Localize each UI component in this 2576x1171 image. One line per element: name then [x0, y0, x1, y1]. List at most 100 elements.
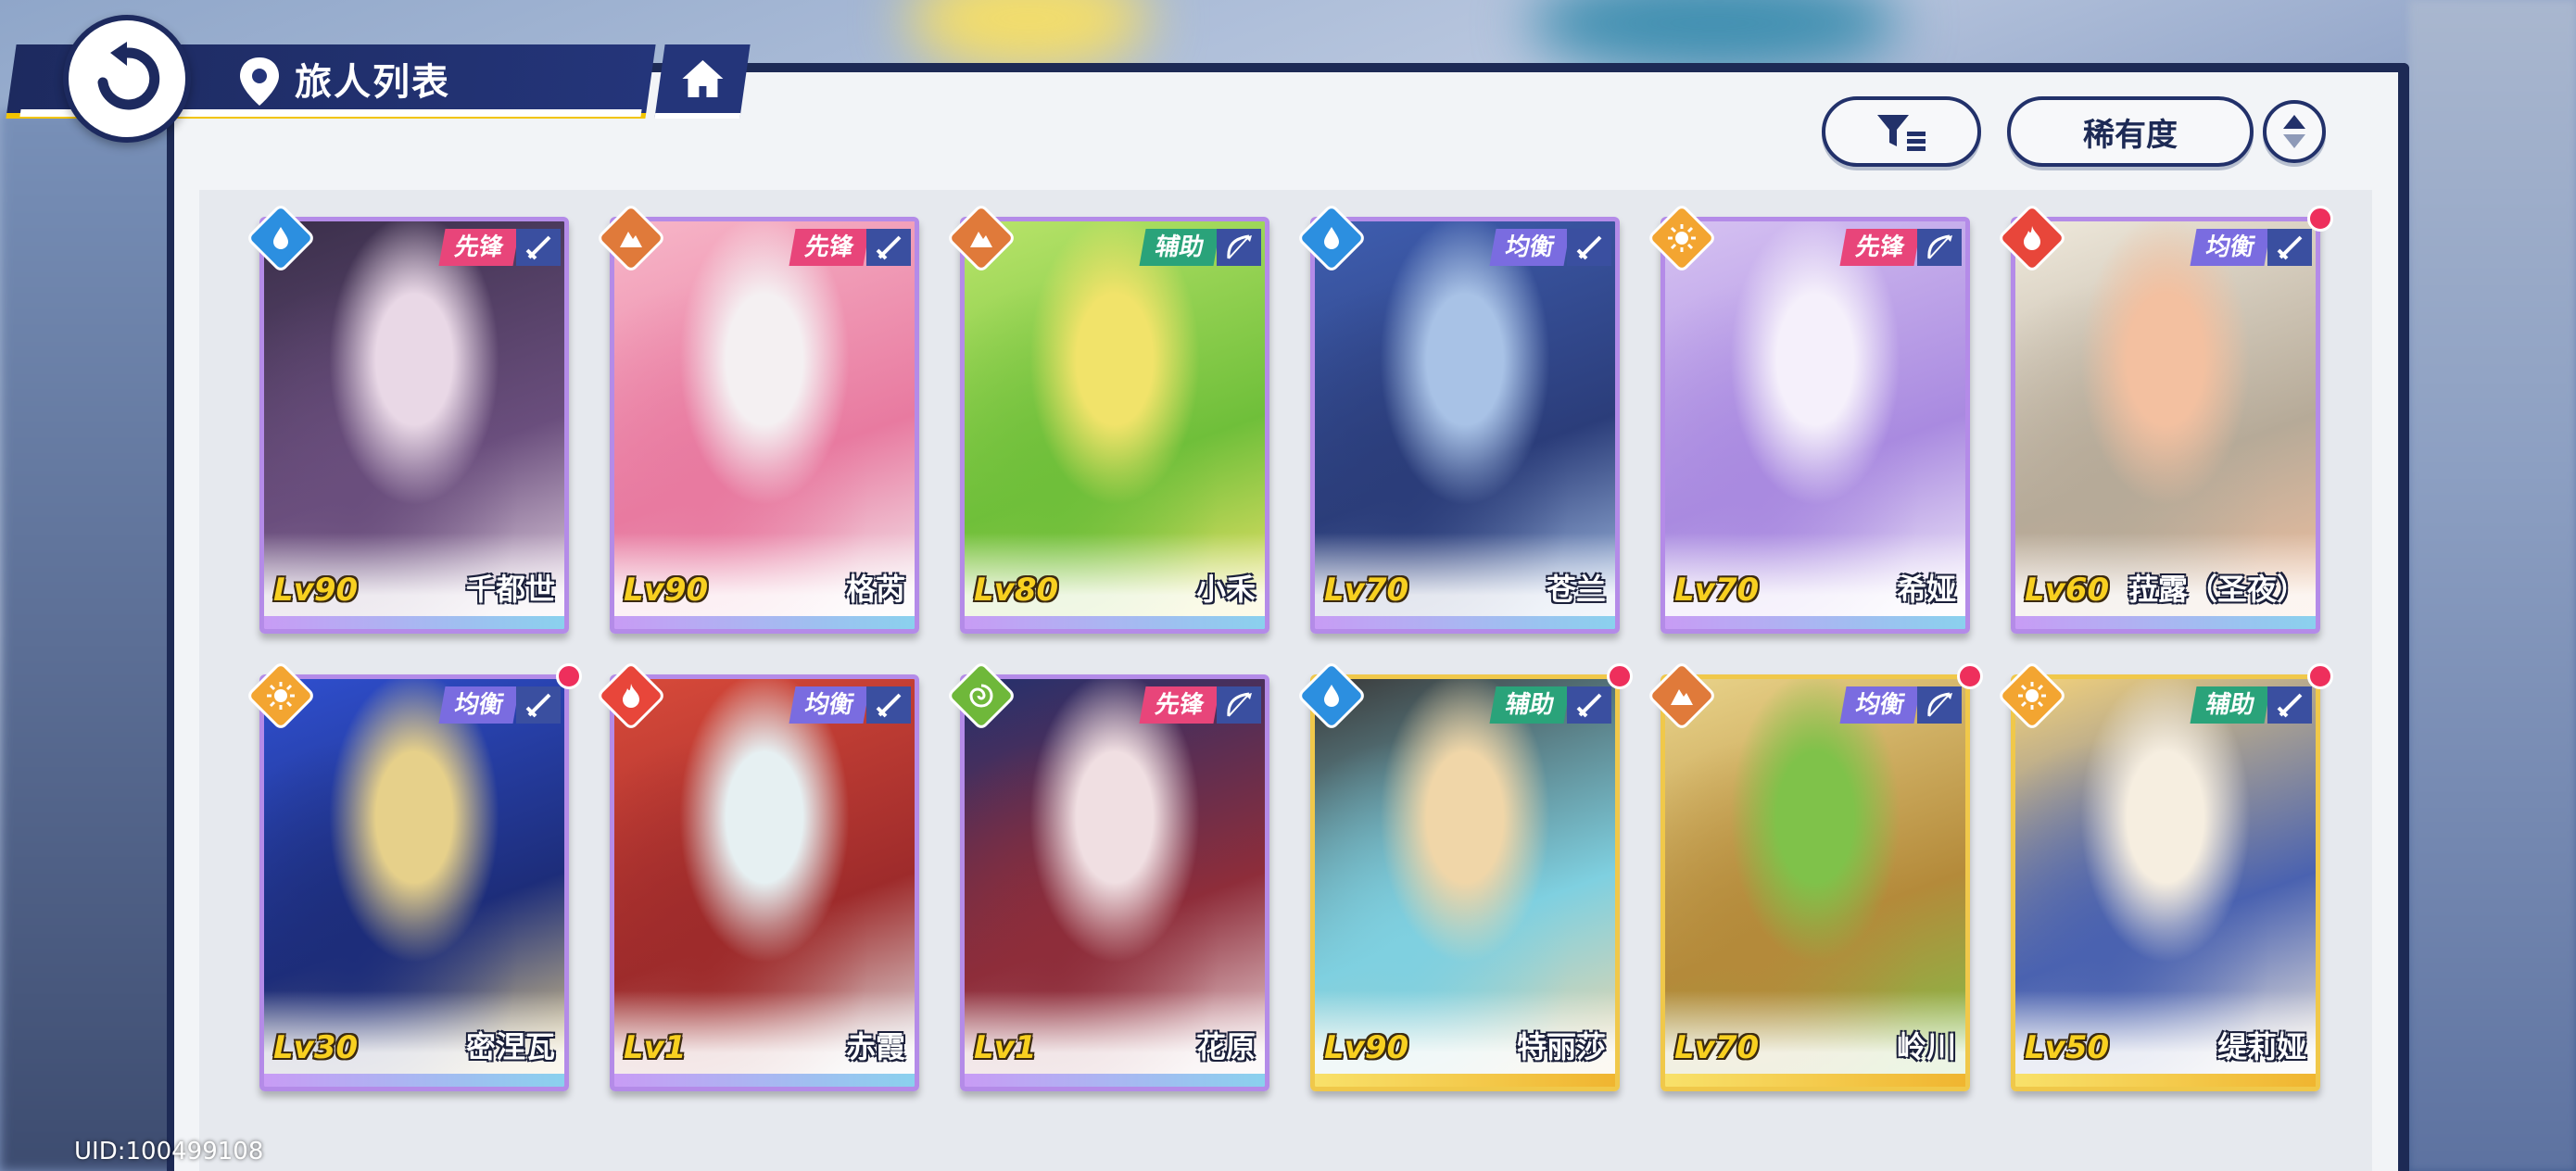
role-tag: 先锋: [1139, 686, 1220, 724]
character-card[interactable]: 辅助 Lv90 特丽莎: [1310, 674, 1620, 1091]
weapon-type-tag: [516, 229, 561, 266]
sort-order-icon: [2283, 115, 2305, 148]
sun-icon: [1668, 224, 1696, 252]
sun-icon: [267, 682, 295, 710]
new-indicator-dot: [2307, 206, 2333, 232]
character-level: Lv80: [974, 572, 1059, 609]
character-card[interactable]: 先锋 Lv70 希娅: [1661, 217, 1970, 634]
rarity-strip: [965, 616, 1265, 629]
character-card[interactable]: 均衡 Lv1 赤霞: [610, 674, 919, 1091]
earth-icon: [970, 232, 992, 247]
sword-icon: [1576, 693, 1602, 718]
character-level: Lv90: [273, 572, 359, 609]
background-right: [2409, 0, 2576, 1171]
role-tag: 辅助: [1489, 686, 1571, 724]
character-name: 菈露（圣夜）: [2128, 572, 2306, 607]
character-card[interactable]: 均衡 Lv70 岭川: [1661, 674, 1970, 1091]
character-card[interactable]: 均衡 Lv60 菈露（圣夜）: [2011, 217, 2320, 634]
character-level: Lv50: [2025, 1029, 2110, 1066]
sword-icon: [1576, 235, 1602, 260]
role-tag: 先锋: [1839, 229, 1921, 266]
bow-icon: [1227, 692, 1252, 717]
character-name: 赤霞: [845, 1029, 905, 1064]
new-indicator-dot: [2307, 663, 2333, 689]
role-tag: 均衡: [438, 686, 520, 724]
character-card[interactable]: 先锋 Lv90 千都世: [259, 217, 569, 634]
role-tag: 均衡: [1839, 686, 1921, 724]
wind-icon: [969, 684, 993, 708]
rarity-strip: [264, 1074, 564, 1087]
new-indicator-dot: [556, 663, 582, 689]
home-button[interactable]: [654, 44, 751, 119]
weapon-type-tag: [1567, 229, 1611, 266]
filter-button[interactable]: [1822, 96, 1981, 167]
rarity-strip: [965, 1074, 1265, 1087]
water-icon: [1324, 227, 1339, 249]
water-icon: [1324, 685, 1339, 707]
weapon-type-tag: [2267, 686, 2312, 724]
weapon-type-tag: [1567, 686, 1611, 724]
character-name: 格芮: [845, 572, 905, 607]
role-tag: 先锋: [438, 229, 520, 266]
weapon-type-tag: [866, 229, 911, 266]
rarity-strip: [1665, 616, 1965, 629]
back-button[interactable]: [63, 15, 191, 143]
bow-icon: [1927, 234, 1952, 259]
character-card[interactable]: 均衡 Lv70 苍兰: [1310, 217, 1620, 634]
role-tag: 辅助: [2190, 686, 2271, 724]
rarity-strip: [264, 616, 564, 629]
fire-icon: [623, 684, 639, 708]
character-name: 岭川: [1896, 1029, 1956, 1064]
sort-rarity-button[interactable]: 稀有度: [2007, 96, 2254, 167]
rarity-strip: [1315, 1074, 1615, 1087]
earth-icon: [620, 232, 642, 247]
page-title: 旅人列表: [295, 61, 450, 104]
sword-icon: [2277, 235, 2303, 260]
character-level: Lv1: [624, 1029, 687, 1066]
character-name: 缇莉娅: [2216, 1029, 2306, 1064]
character-name: 千都世: [465, 572, 555, 607]
new-indicator-dot: [1957, 663, 1983, 689]
character-name: 希娅: [1896, 572, 1956, 607]
rarity-strip: [2015, 1074, 2316, 1087]
character-name: 密涅瓦: [465, 1029, 555, 1064]
weapon-type-tag: [2267, 229, 2312, 266]
character-level: Lv70: [1674, 572, 1760, 609]
sword-icon: [525, 693, 551, 718]
role-tag: 均衡: [789, 686, 870, 724]
sun-icon: [2018, 682, 2046, 710]
character-card[interactable]: 辅助 Lv50 缇莉娅: [2011, 674, 2320, 1091]
sword-icon: [525, 235, 551, 260]
bow-icon: [1927, 692, 1952, 717]
weapon-type-tag: [866, 686, 911, 724]
character-name: 小禾: [1195, 572, 1256, 607]
rarity-strip: [2015, 616, 2316, 629]
character-level: Lv70: [1324, 572, 1409, 609]
role-tag: 均衡: [1489, 229, 1571, 266]
rarity-strip: [614, 1074, 915, 1087]
character-card[interactable]: 均衡 Lv30 密涅瓦: [259, 674, 569, 1091]
sword-icon: [876, 235, 902, 260]
weapon-type-tag: [1917, 686, 1962, 724]
back-arrow-icon: [97, 42, 160, 110]
rarity-strip: [1665, 1074, 1965, 1087]
character-card[interactable]: 辅助 Lv80 小禾: [960, 217, 1269, 634]
weapon-type-tag: [1917, 229, 1962, 266]
role-tag: 先锋: [789, 229, 870, 266]
weapon-type-tag: [516, 686, 561, 724]
character-name: 苍兰: [1546, 572, 1606, 607]
new-indicator-dot: [1607, 663, 1633, 689]
character-level: Lv90: [624, 572, 709, 609]
sort-order-toggle[interactable]: [2263, 100, 2326, 163]
role-tag: 均衡: [2190, 229, 2271, 266]
character-card[interactable]: 先锋 Lv1 花原: [960, 674, 1269, 1091]
character-card[interactable]: 先锋 Lv90 格芮: [610, 217, 919, 634]
character-level: Lv70: [1674, 1029, 1760, 1066]
sword-icon: [2277, 693, 2303, 718]
character-level: Lv1: [974, 1029, 1037, 1066]
water-icon: [273, 227, 288, 249]
location-pin-icon: [240, 57, 279, 106]
earth-icon: [1671, 689, 1693, 705]
role-tag: 辅助: [1139, 229, 1220, 266]
weapon-type-tag: [1217, 686, 1261, 724]
